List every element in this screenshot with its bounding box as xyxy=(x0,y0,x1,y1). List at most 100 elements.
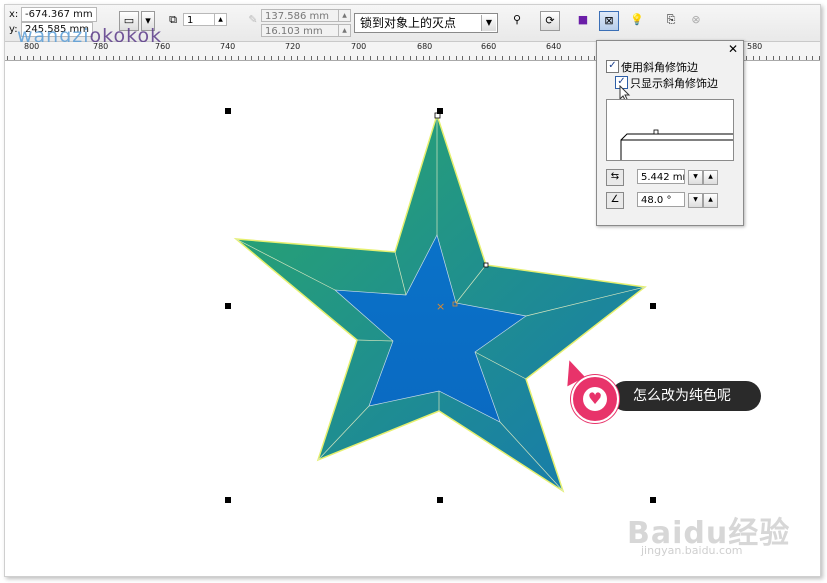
lighting-icon[interactable]: 💡 xyxy=(627,11,647,31)
ruler-minor-tick xyxy=(66,56,67,60)
ruler-minor-tick xyxy=(469,56,470,60)
ruler-minor-tick xyxy=(449,56,450,60)
ruler-minor-tick xyxy=(278,56,279,60)
vanishing-point-value: 锁到对象上的灭点 xyxy=(360,16,457,30)
ruler-minor-tick xyxy=(113,56,114,60)
ruler-minor-tick xyxy=(291,56,292,60)
depth-decrease-icon[interactable]: ▼ xyxy=(688,170,703,185)
bevel-depth-field[interactable]: 5.442 mr xyxy=(637,169,685,184)
vanishing-point-tool-icon[interactable]: ⚲ xyxy=(507,11,527,31)
ruler-tick: 660 xyxy=(481,42,497,51)
ruler-minor-tick xyxy=(396,56,397,60)
selection-handle[interactable] xyxy=(225,108,231,114)
ruler-minor-tick xyxy=(819,56,820,60)
ruler-minor-tick xyxy=(192,56,193,60)
ruler-minor-tick xyxy=(132,56,133,60)
ruler-minor-tick xyxy=(225,56,226,60)
lock-ratio-icon[interactable]: ✎ xyxy=(243,11,263,31)
ruler-minor-tick xyxy=(185,56,186,60)
vanishing-point-select[interactable]: 锁到对象上的灭点 ▼ xyxy=(354,13,498,33)
ruler-minor-tick xyxy=(251,56,252,60)
ruler-minor-tick xyxy=(73,56,74,60)
ruler-minor-tick xyxy=(20,56,21,60)
angle-increase-icon[interactable]: ▲ xyxy=(703,193,718,208)
ruler-minor-tick xyxy=(330,56,331,60)
ruler-tick: 760 xyxy=(155,42,171,51)
ruler-minor-tick xyxy=(238,56,239,60)
chevron-down-icon[interactable]: ▼ xyxy=(481,15,496,31)
selection-handle[interactable] xyxy=(225,303,231,309)
ruler-minor-tick xyxy=(799,56,800,60)
ruler-minor-tick xyxy=(106,56,107,60)
ruler-minor-tick xyxy=(773,56,774,60)
ruler-minor-tick xyxy=(542,56,543,60)
ruler-minor-tick xyxy=(47,56,48,60)
ruler-minor-tick xyxy=(495,56,496,60)
selection-handle[interactable] xyxy=(437,108,443,114)
ruler-minor-tick xyxy=(509,56,510,60)
height-field[interactable]: 16.103 mm ▲ xyxy=(261,24,351,37)
ruler-minor-tick xyxy=(344,56,345,60)
ruler-minor-tick xyxy=(568,56,569,60)
callout-text: 怎么改为纯色呢 xyxy=(611,381,761,411)
ruler-minor-tick xyxy=(245,56,246,60)
width-spin-icon[interactable]: ▲ xyxy=(338,10,350,21)
bevel-icon[interactable]: ⊠ xyxy=(599,11,619,31)
ruler-tick: 640 xyxy=(546,42,562,51)
selection-handle[interactable] xyxy=(225,497,231,503)
ruler-minor-tick xyxy=(258,56,259,60)
clear-extrude-icon[interactable]: ⊗ xyxy=(686,11,706,31)
ruler-minor-tick xyxy=(403,56,404,60)
close-icon[interactable]: ✕ xyxy=(728,42,738,56)
ruler-tick: 580 xyxy=(747,42,763,51)
ruler-minor-tick xyxy=(205,56,206,60)
ruler-minor-tick xyxy=(14,56,15,60)
x-position-field[interactable]: -674.367 mm xyxy=(21,7,97,22)
ruler-minor-tick xyxy=(429,56,430,60)
ruler-minor-tick xyxy=(456,56,457,60)
height-value: 16.103 mm xyxy=(265,26,323,37)
ruler-minor-tick xyxy=(53,56,54,60)
ruler-minor-tick xyxy=(159,56,160,60)
ruler-minor-tick xyxy=(357,56,358,60)
angle-decrease-icon[interactable]: ▼ xyxy=(688,193,703,208)
selection-handle[interactable] xyxy=(650,303,656,309)
copy-extrude-icon[interactable]: ⧉ xyxy=(163,11,183,31)
height-spin-icon[interactable]: ▲ xyxy=(338,25,350,36)
ruler-minor-tick xyxy=(575,56,576,60)
count-stepper[interactable]: 1 ▲ xyxy=(183,13,227,26)
ruler-minor-tick xyxy=(370,56,371,60)
ruler-minor-tick xyxy=(271,56,272,60)
rotate-extrude-icon[interactable]: ⟳ xyxy=(540,11,560,31)
selection-handle[interactable] xyxy=(650,497,656,503)
ruler-minor-tick xyxy=(139,56,140,60)
ruler-minor-tick xyxy=(443,56,444,60)
ruler-minor-tick xyxy=(304,56,305,60)
ruler-minor-tick xyxy=(462,56,463,60)
ruler-minor-tick xyxy=(779,56,780,60)
extrude-color-icon[interactable]: ■ xyxy=(573,11,593,31)
ruler-minor-tick xyxy=(60,56,61,60)
ruler-minor-tick xyxy=(212,56,213,60)
ruler-minor-tick xyxy=(390,56,391,60)
ruler-minor-tick xyxy=(7,56,8,60)
bevel-preview xyxy=(606,99,734,161)
ruler-minor-tick xyxy=(324,56,325,60)
ruler-tick: 780 xyxy=(93,42,109,51)
ruler-minor-tick xyxy=(786,56,787,60)
selection-handle[interactable] xyxy=(437,497,443,503)
depth-increase-icon[interactable]: ▲ xyxy=(703,170,718,185)
count-spin-icon[interactable]: ▲ xyxy=(214,14,226,25)
copy-properties-icon[interactable]: ⎘ xyxy=(661,11,681,31)
bevel-profile-graphic xyxy=(620,129,733,160)
baidu-jingyan-watermark: Baidu经验 jingyan.baidu.com xyxy=(627,508,790,557)
ruler-minor-tick xyxy=(297,56,298,60)
bevel-angle-field[interactable]: 48.0 ° xyxy=(637,192,685,207)
callout-badge: ♥ xyxy=(571,375,619,423)
ruler-minor-tick xyxy=(86,56,87,60)
width-field[interactable]: 137.586 mm ▲ xyxy=(261,9,351,22)
ruler-minor-tick xyxy=(80,56,81,60)
ruler-minor-tick xyxy=(284,56,285,60)
use-bevel-checkbox[interactable]: ✓ xyxy=(606,60,619,73)
ruler-minor-tick xyxy=(555,56,556,60)
